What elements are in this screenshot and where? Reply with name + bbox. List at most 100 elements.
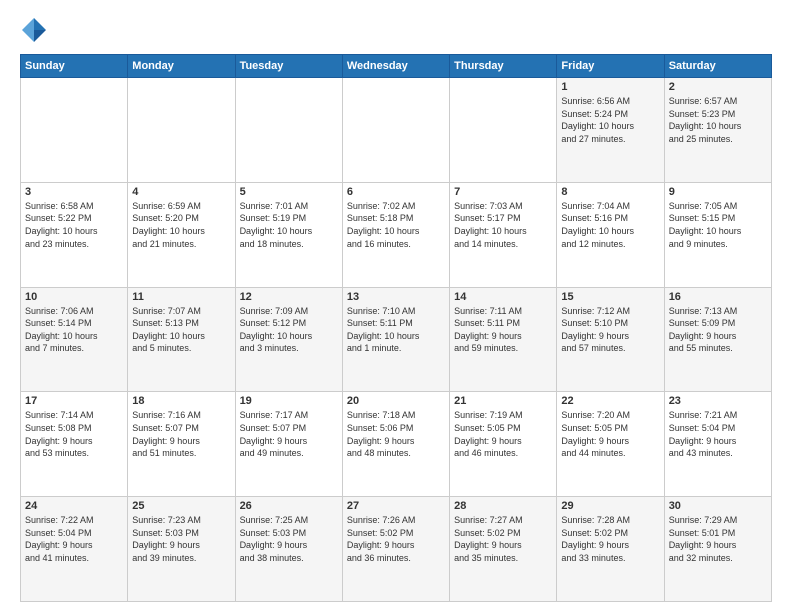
calendar-cell: 14 Sunrise: 7:11 AM Sunset: 5:11 PM Dayli… <box>450 287 557 392</box>
day-info: Sunrise: 7:13 AM Sunset: 5:09 PM Dayligh… <box>669 305 767 355</box>
day-number: 19 <box>240 395 338 407</box>
calendar-cell: 6 Sunrise: 7:02 AM Sunset: 5:18 PM Daylig… <box>342 182 449 287</box>
calendar-cell <box>128 78 235 183</box>
day-info: Sunrise: 7:02 AM Sunset: 5:18 PM Dayligh… <box>347 200 445 250</box>
day-info: Sunrise: 7:17 AM Sunset: 5:07 PM Dayligh… <box>240 409 338 459</box>
day-info: Sunrise: 7:29 AM Sunset: 5:01 PM Dayligh… <box>669 514 767 564</box>
calendar-cell <box>235 78 342 183</box>
day-info: Sunrise: 7:23 AM Sunset: 5:03 PM Dayligh… <box>132 514 230 564</box>
logo-icon <box>20 16 48 44</box>
calendar-week-3: 10 Sunrise: 7:06 AM Sunset: 5:14 PM Dayli… <box>21 287 772 392</box>
calendar-cell: 20Sunrise: 7:18 AM Sunset: 5:06 PM Dayli… <box>342 392 449 497</box>
calendar-cell: 3 Sunrise: 6:58 AM Sunset: 5:22 PM Daylig… <box>21 182 128 287</box>
day-number: 28 <box>454 500 552 512</box>
day-number: 8 <box>561 186 659 198</box>
day-info: Sunrise: 7:12 AM Sunset: 5:10 PM Dayligh… <box>561 305 659 355</box>
day-info: Sunrise: 7:06 AM Sunset: 5:14 PM Dayligh… <box>25 305 123 355</box>
day-info: Sunrise: 7:03 AM Sunset: 5:17 PM Dayligh… <box>454 200 552 250</box>
day-number: 22 <box>561 395 659 407</box>
day-number: 5 <box>240 186 338 198</box>
calendar-cell: 9Sunrise: 7:05 AM Sunset: 5:15 PM Daylig… <box>664 182 771 287</box>
day-info: Sunrise: 7:16 AM Sunset: 5:07 PM Dayligh… <box>132 409 230 459</box>
day-info: Sunrise: 7:28 AM Sunset: 5:02 PM Dayligh… <box>561 514 659 564</box>
day-number: 7 <box>454 186 552 198</box>
weekday-row: SundayMondayTuesdayWednesdayThursdayFrid… <box>21 55 772 78</box>
day-number: 15 <box>561 291 659 303</box>
calendar-cell <box>342 78 449 183</box>
calendar-cell: 18Sunrise: 7:16 AM Sunset: 5:07 PM Dayli… <box>128 392 235 497</box>
day-number: 3 <box>25 186 123 198</box>
calendar-cell: 22 Sunrise: 7:20 AM Sunset: 5:05 PM Dayli… <box>557 392 664 497</box>
day-info: Sunrise: 7:09 AM Sunset: 5:12 PM Dayligh… <box>240 305 338 355</box>
day-number: 4 <box>132 186 230 198</box>
day-number: 20 <box>347 395 445 407</box>
calendar-week-2: 3 Sunrise: 6:58 AM Sunset: 5:22 PM Daylig… <box>21 182 772 287</box>
weekday-header-tuesday: Tuesday <box>235 55 342 78</box>
weekday-header-monday: Monday <box>128 55 235 78</box>
day-number: 14 <box>454 291 552 303</box>
day-number: 26 <box>240 500 338 512</box>
calendar-cell <box>21 78 128 183</box>
day-info: Sunrise: 7:01 AM Sunset: 5:19 PM Dayligh… <box>240 200 338 250</box>
day-info: Sunrise: 6:58 AM Sunset: 5:22 PM Dayligh… <box>25 200 123 250</box>
day-info: Sunrise: 7:07 AM Sunset: 5:13 PM Dayligh… <box>132 305 230 355</box>
calendar-cell: 4 Sunrise: 6:59 AM Sunset: 5:20 PM Daylig… <box>128 182 235 287</box>
day-info: Sunrise: 7:27 AM Sunset: 5:02 PM Dayligh… <box>454 514 552 564</box>
weekday-header-friday: Friday <box>557 55 664 78</box>
calendar-cell: 16 Sunrise: 7:13 AM Sunset: 5:09 PM Dayli… <box>664 287 771 392</box>
calendar-cell: 21 Sunrise: 7:19 AM Sunset: 5:05 PM Dayli… <box>450 392 557 497</box>
weekday-header-sunday: Sunday <box>21 55 128 78</box>
calendar-cell: 12 Sunrise: 7:09 AM Sunset: 5:12 PM Dayli… <box>235 287 342 392</box>
day-info: Sunrise: 6:59 AM Sunset: 5:20 PM Dayligh… <box>132 200 230 250</box>
day-number: 13 <box>347 291 445 303</box>
day-info: Sunrise: 7:20 AM Sunset: 5:05 PM Dayligh… <box>561 409 659 459</box>
day-info: Sunrise: 7:21 AM Sunset: 5:04 PM Dayligh… <box>669 409 767 459</box>
calendar-cell: 26 Sunrise: 7:25 AM Sunset: 5:03 PM Dayli… <box>235 497 342 602</box>
calendar-week-4: 17Sunrise: 7:14 AM Sunset: 5:08 PM Dayli… <box>21 392 772 497</box>
header <box>20 16 772 44</box>
calendar-cell: 15 Sunrise: 7:12 AM Sunset: 5:10 PM Dayli… <box>557 287 664 392</box>
calendar-cell: 30 Sunrise: 7:29 AM Sunset: 5:01 PM Dayli… <box>664 497 771 602</box>
day-info: Sunrise: 7:25 AM Sunset: 5:03 PM Dayligh… <box>240 514 338 564</box>
day-number: 23 <box>669 395 767 407</box>
day-number: 9 <box>669 186 767 198</box>
weekday-header-wednesday: Wednesday <box>342 55 449 78</box>
calendar-cell: 10 Sunrise: 7:06 AM Sunset: 5:14 PM Dayli… <box>21 287 128 392</box>
calendar-cell: 19 Sunrise: 7:17 AM Sunset: 5:07 PM Dayli… <box>235 392 342 497</box>
day-number: 6 <box>347 186 445 198</box>
calendar-cell: 27Sunrise: 7:26 AM Sunset: 5:02 PM Dayli… <box>342 497 449 602</box>
day-number: 1 <box>561 81 659 93</box>
day-info: Sunrise: 7:22 AM Sunset: 5:04 PM Dayligh… <box>25 514 123 564</box>
logo <box>20 16 52 44</box>
day-info: Sunrise: 6:56 AM Sunset: 5:24 PM Dayligh… <box>561 95 659 145</box>
day-number: 24 <box>25 500 123 512</box>
day-number: 16 <box>669 291 767 303</box>
day-info: Sunrise: 7:11 AM Sunset: 5:11 PM Dayligh… <box>454 305 552 355</box>
calendar-cell: 7 Sunrise: 7:03 AM Sunset: 5:17 PM Daylig… <box>450 182 557 287</box>
day-number: 25 <box>132 500 230 512</box>
day-info: Sunrise: 7:19 AM Sunset: 5:05 PM Dayligh… <box>454 409 552 459</box>
calendar-week-5: 24 Sunrise: 7:22 AM Sunset: 5:04 PM Dayli… <box>21 497 772 602</box>
day-number: 21 <box>454 395 552 407</box>
day-number: 10 <box>25 291 123 303</box>
calendar-table: SundayMondayTuesdayWednesdayThursdayFrid… <box>20 54 772 602</box>
day-number: 30 <box>669 500 767 512</box>
calendar-cell: 24 Sunrise: 7:22 AM Sunset: 5:04 PM Dayli… <box>21 497 128 602</box>
calendar-cell: 1 Sunrise: 6:56 AM Sunset: 5:24 PM Daylig… <box>557 78 664 183</box>
calendar-cell: 25 Sunrise: 7:23 AM Sunset: 5:03 PM Dayli… <box>128 497 235 602</box>
calendar-cell: 17Sunrise: 7:14 AM Sunset: 5:08 PM Dayli… <box>21 392 128 497</box>
calendar-cell <box>450 78 557 183</box>
day-info: Sunrise: 7:26 AM Sunset: 5:02 PM Dayligh… <box>347 514 445 564</box>
calendar-cell: 5 Sunrise: 7:01 AM Sunset: 5:19 PM Daylig… <box>235 182 342 287</box>
calendar-cell: 13Sunrise: 7:10 AM Sunset: 5:11 PM Dayli… <box>342 287 449 392</box>
day-info: Sunrise: 6:57 AM Sunset: 5:23 PM Dayligh… <box>669 95 767 145</box>
day-number: 11 <box>132 291 230 303</box>
weekday-header-saturday: Saturday <box>664 55 771 78</box>
day-info: Sunrise: 7:04 AM Sunset: 5:16 PM Dayligh… <box>561 200 659 250</box>
calendar-cell: 23 Sunrise: 7:21 AM Sunset: 5:04 PM Dayli… <box>664 392 771 497</box>
calendar-cell: 8 Sunrise: 7:04 AM Sunset: 5:16 PM Daylig… <box>557 182 664 287</box>
day-number: 2 <box>669 81 767 93</box>
page: SundayMondayTuesdayWednesdayThursdayFrid… <box>0 0 792 612</box>
calendar-cell: 29Sunrise: 7:28 AM Sunset: 5:02 PM Dayli… <box>557 497 664 602</box>
day-number: 12 <box>240 291 338 303</box>
